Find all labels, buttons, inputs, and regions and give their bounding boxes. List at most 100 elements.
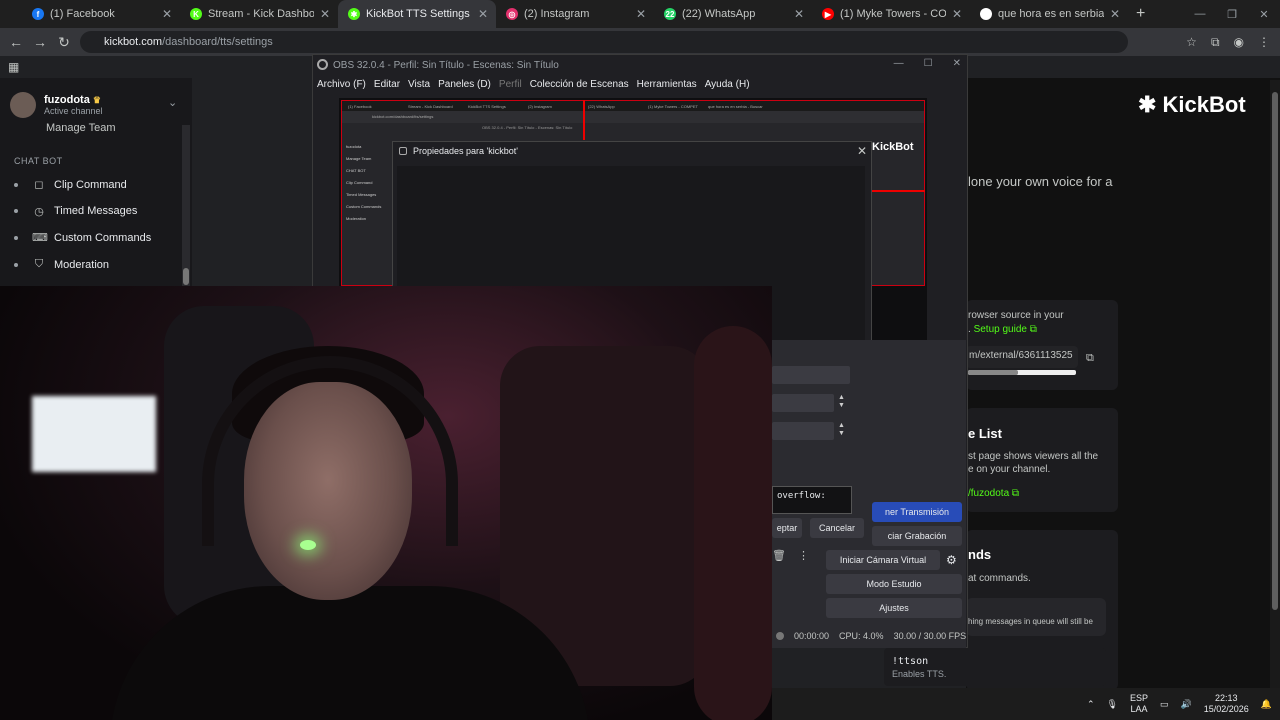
sidebar-item[interactable]: ⛉ Moderation [14, 258, 109, 271]
setup-guide-prefix: . [968, 324, 971, 335]
obs-menu-item[interactable]: Archivo (F) [317, 79, 366, 90]
address-bar[interactable]: kickbot.com/dashboard/tts/settings [80, 31, 1128, 53]
minimize-icon[interactable]: — [1184, 0, 1216, 28]
back-icon[interactable]: ← [4, 34, 28, 50]
obs-minimize-icon[interactable]: — [894, 58, 904, 69]
sidebar-scrollbar[interactable] [182, 125, 190, 287]
sidebar-item-label: Custom Commands [54, 231, 152, 244]
accept-button[interactable]: eptar [772, 518, 802, 538]
studio-mode-button[interactable]: Modo Estudio [826, 574, 962, 594]
obs-menubar: Archivo (F) Editar Vista Paneles (D) Perfil C… [313, 75, 967, 93]
obs-close-icon[interactable]: ✕ [953, 58, 961, 69]
width-field[interactable] [772, 394, 834, 412]
forward-icon[interactable]: → [28, 34, 52, 50]
microphone-icon[interactable]: 🎙 [1107, 699, 1118, 710]
user-name: fuzodota [44, 94, 90, 106]
tab-close-icon[interactable]: ✕ [636, 7, 646, 21]
preview-guide-line [583, 100, 585, 140]
network-icon[interactable]: ▭ [1160, 699, 1169, 710]
more-icon[interactable]: ⋮ [798, 549, 809, 562]
reload-icon[interactable]: ↻ [52, 34, 76, 51]
overlay-url-field[interactable]: m/external/6361113525 [966, 346, 1078, 368]
trash-icon[interactable]: 🗑 [772, 549, 786, 562]
apps-grid-icon[interactable]: ▦ [8, 60, 19, 74]
notifications-icon[interactable]: 🔔 [1261, 699, 1272, 710]
sidebar-item-label: Timed Messages [54, 205, 138, 218]
preview-tab: (2) Instagram [528, 103, 552, 109]
maximize-icon[interactable]: ❐ [1216, 0, 1248, 28]
chevron-down-icon[interactable]: ⌄ [168, 96, 177, 109]
obs-logo-icon [317, 59, 328, 70]
record-status-icon [776, 632, 784, 640]
chevron-up-icon[interactable]: ⌃ [1087, 699, 1095, 710]
preview-tab: Stream - Kick Dashboard [408, 103, 453, 109]
crown-icon: ♛ [92, 95, 101, 105]
settings-button[interactable]: Ajustes [826, 598, 962, 618]
gear-icon[interactable]: ⚙ [946, 553, 957, 567]
property-field[interactable] [772, 366, 850, 384]
sidebar-item-icon: ⌨ [32, 232, 48, 245]
height-field[interactable] [772, 422, 834, 440]
browser-tab[interactable]: ✱ KickBot TTS Settings ✕ [338, 0, 496, 28]
queue-desc-1: st page shows viewers all the [968, 451, 1099, 462]
url-path: /dashboard/tts/settings [162, 36, 273, 48]
clock-time: 22:13 [1214, 693, 1238, 703]
tab-close-icon[interactable]: ✕ [320, 7, 330, 21]
volume-icon[interactable]: 🔊 [1181, 699, 1192, 710]
user-subtitle: Active channel [44, 106, 103, 116]
sidebar-item[interactable]: ◻ Clip Command [14, 178, 127, 191]
menu-icon[interactable]: ⋮ [1258, 35, 1270, 49]
new-tab-icon[interactable]: + [1136, 5, 1145, 23]
spinner-icon[interactable]: ▲ ▼ [838, 394, 845, 410]
preview-side-item: Manage Team [346, 156, 372, 161]
browser-tab[interactable]: 22 (22) WhatsApp ✕ [654, 0, 812, 28]
custom-css-field[interactable]: overflow: [772, 486, 852, 514]
tab-close-icon[interactable]: ✕ [794, 7, 804, 21]
obs-menu-item[interactable]: Paneles (D) [438, 79, 491, 90]
profile-icon[interactable]: ◉ [1234, 35, 1244, 49]
user-profile[interactable]: fuzodota ♛ Active channel [10, 92, 103, 118]
browser-tab[interactable]: ▶ (1) Myke Towers - COMPETENCIA ✕ [812, 0, 970, 28]
start-record-button[interactable]: ciar Grabación [872, 526, 962, 546]
browser-source-text: rowser source in your [968, 310, 1064, 321]
browser-tab[interactable]: Gque hora es en serbia - Buscar ✕ [970, 0, 1128, 28]
favicon-icon: ▶ [822, 8, 834, 20]
obs-menu-item[interactable]: Herramientas [637, 79, 697, 90]
browser-tab[interactable]: K Stream - Kick Dashboard ✕ [180, 0, 338, 28]
command-ttson[interactable]: !ttson Enables TTS. [884, 648, 1106, 686]
obs-menu-item[interactable]: Colección de Escenas [530, 79, 629, 90]
sidebar-item-manage-team[interactable]: Manage Team [46, 122, 116, 134]
language-code: ESP [1129, 693, 1148, 703]
virtual-camera-button[interactable]: Iniciar Cámara Virtual [826, 550, 940, 570]
tab-close-icon[interactable]: ✕ [952, 7, 962, 21]
tab-close-icon[interactable]: ✕ [1110, 7, 1120, 21]
close-icon[interactable]: ✕ [1248, 0, 1280, 28]
tab-close-icon[interactable]: ✕ [478, 7, 488, 21]
browser-tab[interactable]: f (1) Facebook ✕ [22, 0, 180, 28]
spinner-icon[interactable]: ▲ ▼ [838, 422, 845, 438]
obs-menu-item[interactable]: Editar [374, 79, 400, 90]
obs-menu-item[interactable]: Vista [408, 79, 430, 90]
preview-tab: (22) WhatsApp [588, 103, 615, 109]
tab-close-icon[interactable]: ✕ [162, 7, 172, 21]
copy-icon[interactable]: ⧉ [1086, 352, 1094, 365]
sidebar-item[interactable]: ◷ Timed Messages [14, 205, 137, 218]
start-stream-button[interactable]: ner Transmisión [872, 502, 962, 522]
obs-menu-item[interactable]: Ayuda (H) [705, 79, 750, 90]
url-scrollbar[interactable] [968, 370, 1076, 375]
obs-menu-item[interactable]: Perfil [499, 79, 522, 90]
browser-tab[interactable]: ◎ (2) Instagram ✕ [496, 0, 654, 28]
clock[interactable]: 22:13 15/02/2026 [1204, 693, 1249, 715]
close-icon[interactable]: ✕ [857, 144, 867, 158]
language-indicator[interactable]: ESP LAA [1130, 693, 1148, 715]
bookmark-star-icon[interactable]: ☆ [1186, 35, 1197, 49]
commands-title: nds [968, 547, 992, 562]
setup-guide-link[interactable]: Setup guide ⧉ [974, 324, 1037, 335]
extensions-icon[interactable]: ⧉ [1211, 35, 1220, 50]
queue-link[interactable]: /fuzodota ⧉ [968, 488, 1019, 499]
cpu-usage: CPU: 4.0% [839, 631, 884, 641]
sidebar-item[interactable]: ⌨ Custom Commands [14, 231, 151, 244]
cancel-button[interactable]: Cancelar [810, 518, 864, 538]
page-scrollbar[interactable] [1270, 80, 1280, 688]
obs-maximize-icon[interactable]: ☐ [924, 58, 933, 69]
